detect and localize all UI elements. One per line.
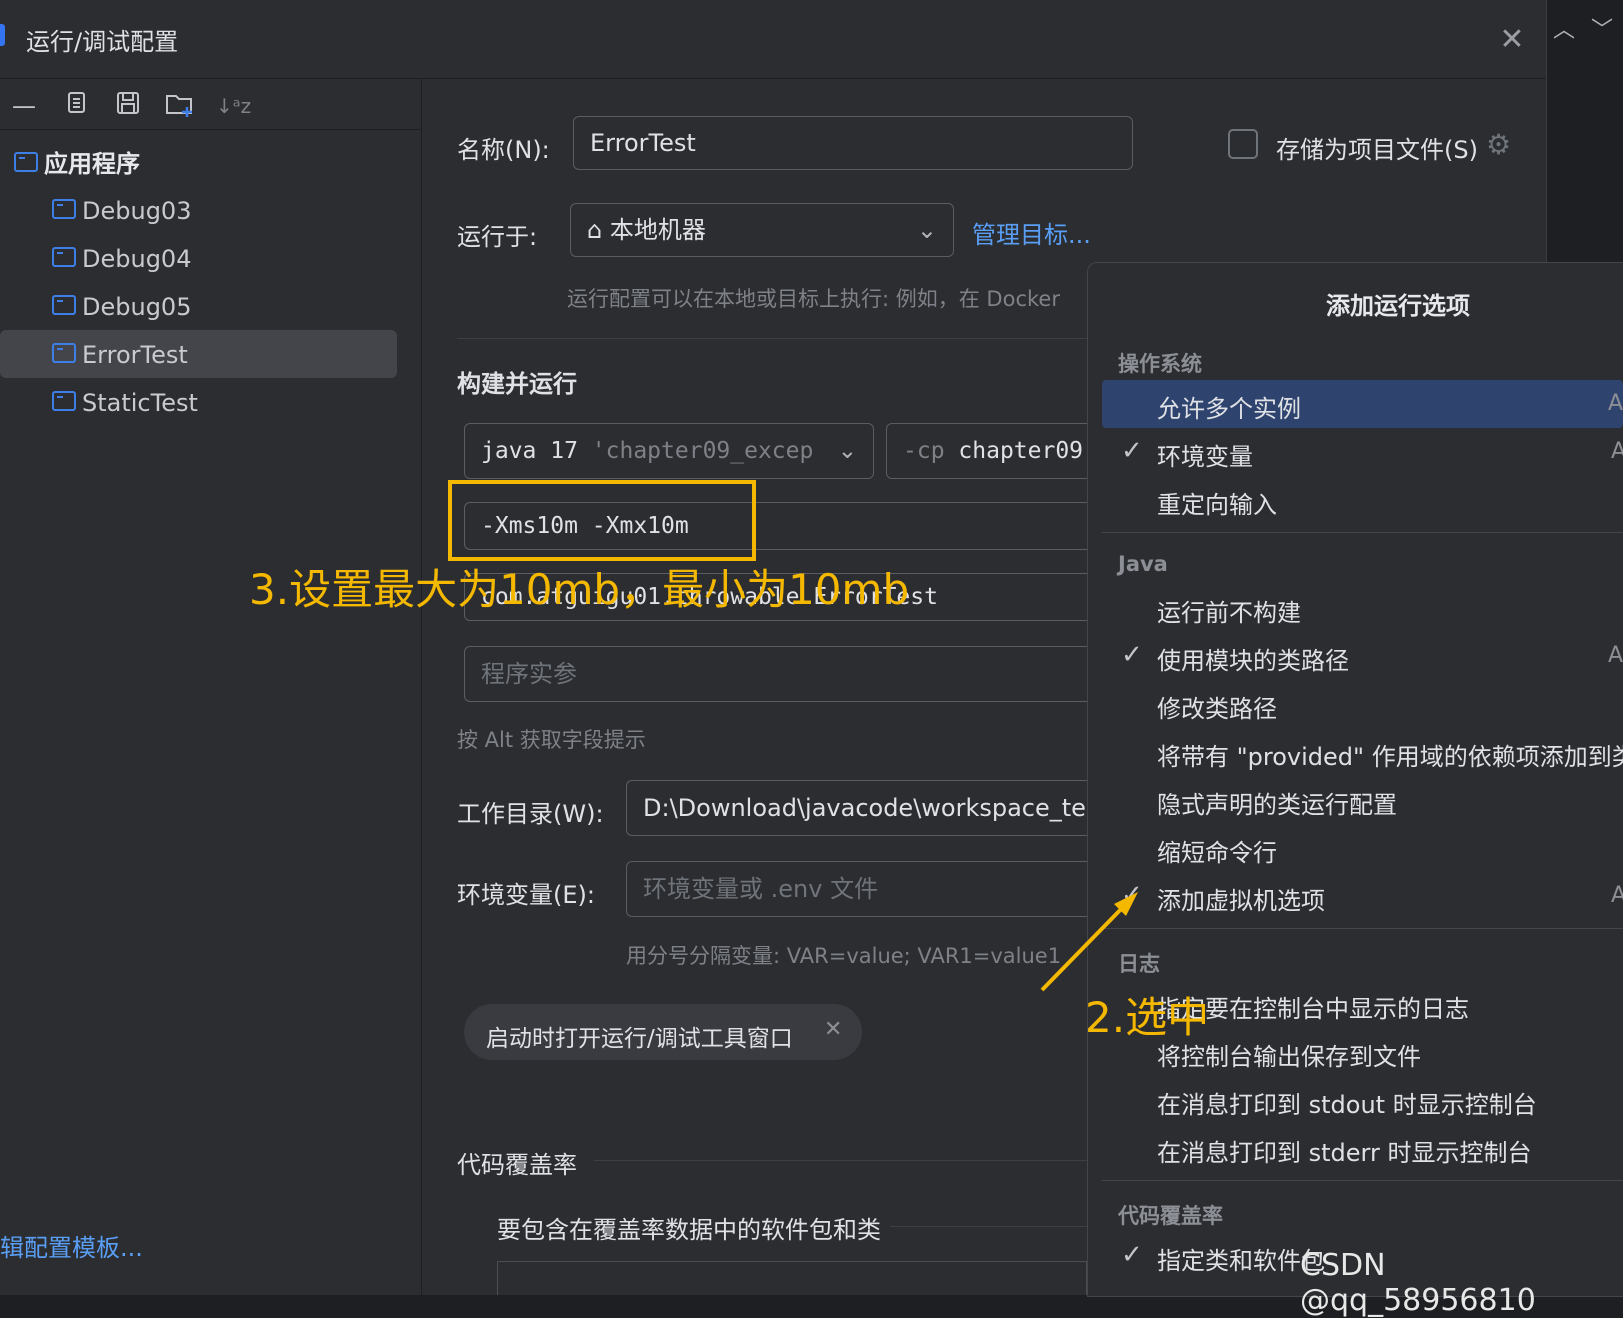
cp-value: chapter09 xyxy=(958,438,1084,464)
coverage-title: 代码覆盖率 xyxy=(457,1151,577,1179)
popup-separator xyxy=(1102,532,1623,533)
popup-separator xyxy=(1102,1180,1623,1181)
chevron-up-icon[interactable]: ︿ xyxy=(1553,12,1575,44)
jre-value: java 17 xyxy=(481,438,578,464)
run-on-hint: 运行配置可以在本地或目标上执行: 例如，在 Docker xyxy=(567,287,1060,311)
tree-item-statictest[interactable]: StaticTest xyxy=(52,379,198,427)
cp-prefix: -cp xyxy=(903,438,945,464)
sort-icon[interactable]: ↓ᵃz xyxy=(216,90,251,122)
workdir-label: 工作目录(W): xyxy=(457,800,604,828)
copy-icon[interactable] xyxy=(60,90,92,122)
title-accent xyxy=(0,24,5,46)
name-input[interactable]: ErrorTest xyxy=(573,116,1133,170)
popup-title: 添加运行选项 xyxy=(1326,292,1470,320)
section-coverage: 代码覆盖率 xyxy=(1118,1204,1223,1228)
build-run-title: 构建并运行 xyxy=(457,370,577,398)
tree-item-errortest[interactable]: ErrorTest xyxy=(52,331,188,379)
application-icon xyxy=(52,247,76,267)
save-icon[interactable] xyxy=(112,90,144,122)
run-on-select[interactable]: ⌂ 本地机器 ⌄ xyxy=(570,203,954,257)
option-shorten-command-line[interactable]: 缩短命令行 xyxy=(1157,833,1277,868)
gear-icon[interactable]: ⚙ xyxy=(1486,128,1511,161)
chevron-down-icon: ⌄ xyxy=(916,216,937,244)
tree-item-label: StaticTest xyxy=(82,389,198,417)
application-icon xyxy=(52,295,76,315)
option-modify-classpath[interactable]: 修改类路径 xyxy=(1157,689,1277,724)
dialog-title: 运行/调试配置 xyxy=(26,28,179,56)
env-label: 环境变量(E): xyxy=(457,881,595,909)
section-os: 操作系统 xyxy=(1118,352,1202,376)
divider xyxy=(890,1226,1087,1227)
workdir-input[interactable]: D:\Download\javacode\workspace_tea xyxy=(626,780,1087,836)
open-tool-window-chip[interactable]: 启动时打开运行/调试工具窗口 ✕ xyxy=(464,1004,862,1060)
program-args-input[interactable]: 程序实参 xyxy=(464,646,1087,702)
option-add-provided-deps[interactable]: 将带有 "provided" 作用域的依赖项添加到类 xyxy=(1157,737,1623,772)
annotation-step2: 2.选中 xyxy=(1085,993,1210,1042)
tree-root-application[interactable]: 应用程序 xyxy=(14,140,140,188)
option-shortcut: A xyxy=(1608,391,1623,416)
tree-item-label: Debug05 xyxy=(82,293,192,321)
option-shortcut: A xyxy=(1608,643,1623,668)
tree-item-debug05[interactable]: Debug05 xyxy=(52,283,191,331)
store-as-project-file-label: 存储为项目文件(S) xyxy=(1276,136,1478,164)
coverage-subtitle: 要包含在覆盖率数据中的软件包和类 xyxy=(497,1216,881,1244)
application-icon xyxy=(14,152,38,172)
tree-item-debug03[interactable]: Debug03 xyxy=(52,187,191,235)
remove-icon[interactable]: — xyxy=(8,90,40,122)
option-implicit-class-config[interactable]: 隐式声明的类运行配置 xyxy=(1157,785,1397,820)
run-on-label: 运行于: xyxy=(457,223,538,251)
jre-detail: 'chapter09_excep xyxy=(591,438,814,464)
application-icon xyxy=(52,343,76,363)
classpath-select[interactable]: -cp chapter09 xyxy=(886,423,1096,479)
coverage-list[interactable] xyxy=(497,1261,1087,1295)
section-java: Java xyxy=(1118,552,1168,576)
divider xyxy=(457,338,1087,339)
new-folder-icon[interactable] xyxy=(164,90,196,122)
option-module-classpath[interactable]: 使用模块的类路径 xyxy=(1157,641,1349,676)
jre-select[interactable]: java 17 'chapter09_excep ⌄ xyxy=(464,423,874,479)
chevron-down-icon: ⌄ xyxy=(837,438,857,464)
chip-label: 启动时打开运行/调试工具窗口 xyxy=(486,1026,793,1052)
application-icon xyxy=(52,391,76,411)
tree-root-label: 应用程序 xyxy=(44,150,140,178)
home-icon: ⌂ xyxy=(587,216,603,244)
option-redirect-input[interactable]: 重定向输入 xyxy=(1157,485,1277,520)
alt-hint: 按 Alt 获取字段提示 xyxy=(457,728,646,752)
option-do-not-build[interactable]: 运行前不构建 xyxy=(1157,593,1301,628)
option-environment-variables[interactable]: 环境变量 xyxy=(1157,437,1253,472)
option-allow-multiple-instances[interactable]: 允许多个实例 xyxy=(1157,389,1301,424)
title-bar xyxy=(0,0,1546,79)
close-icon[interactable]: ✕ xyxy=(1492,20,1532,60)
checkmark-icon: ✓ xyxy=(1121,640,1143,670)
env-hint: 用分号分隔变量: VAR=value; VAR1=value1 xyxy=(626,944,1062,968)
tree-item-debug04[interactable]: Debug04 xyxy=(52,235,191,283)
store-as-project-file-checkbox[interactable] xyxy=(1228,129,1258,159)
tree-item-label: ErrorTest xyxy=(82,341,188,369)
annotation-arrow xyxy=(1040,892,1138,992)
name-label: 名称(N): xyxy=(457,136,550,164)
option-shortcut: A xyxy=(1611,883,1623,908)
option-show-console-stdout[interactable]: 在消息打印到 stdout 时显示控制台 xyxy=(1157,1085,1537,1120)
tree-item-label: Debug03 xyxy=(82,197,192,225)
watermark: CSDN @qq_58956810 xyxy=(1300,1248,1536,1318)
chevron-down-icon[interactable]: ﹀ xyxy=(1591,12,1613,44)
checkmark-icon: ✓ xyxy=(1121,436,1143,466)
tree-item-label: Debug04 xyxy=(82,245,192,273)
manage-targets-link[interactable]: 管理目标... xyxy=(972,215,1091,250)
run-on-value: 本地机器 xyxy=(609,216,706,244)
close-icon[interactable]: ✕ xyxy=(824,1017,842,1042)
application-icon xyxy=(52,199,76,219)
annotation-step3: 3.设置最大为10mb，最小为10mb xyxy=(249,565,910,614)
option-show-console-stderr[interactable]: 在消息打印到 stderr 时显示控制台 xyxy=(1157,1133,1531,1168)
option-shortcut: A xyxy=(1611,439,1623,464)
checkmark-icon: ✓ xyxy=(1121,1240,1143,1270)
divider xyxy=(594,1160,1087,1161)
annotation-highlight-box xyxy=(448,480,756,561)
popup-separator xyxy=(1102,928,1623,929)
edit-templates-link[interactable]: 辑配置模板... xyxy=(0,1228,143,1263)
option-add-vm-options[interactable]: 添加虚拟机选项 xyxy=(1157,881,1325,916)
env-input[interactable]: 环境变量或 .env 文件 xyxy=(626,861,1087,917)
